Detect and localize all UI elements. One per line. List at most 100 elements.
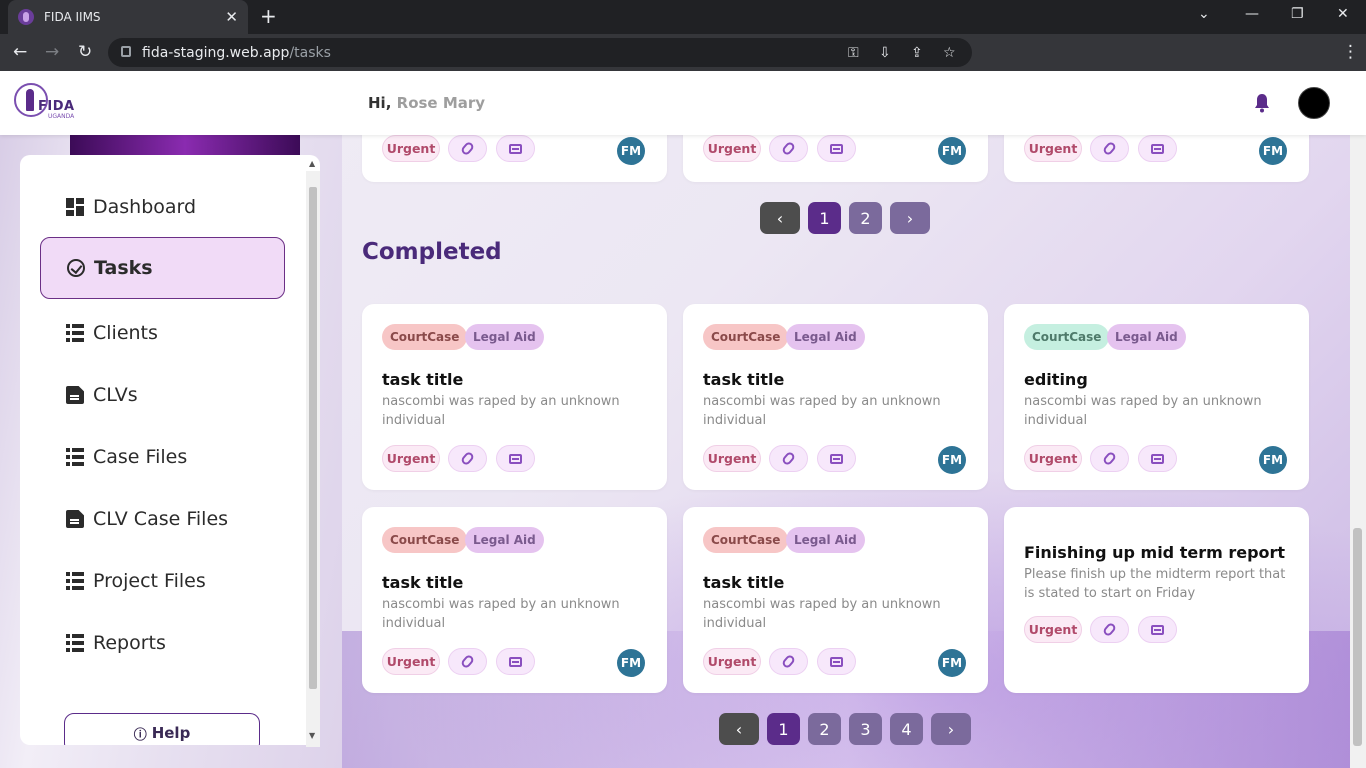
urgent-badge[interactable]: Urgent — [703, 445, 761, 472]
urgent-badge[interactable]: Urgent — [382, 648, 440, 675]
pagination-page-3[interactable]: 3 — [849, 713, 882, 745]
sidebar-scrollbar-thumb[interactable] — [309, 187, 317, 689]
urgent-badge[interactable]: Urgent — [1024, 445, 1082, 472]
paperclip-icon — [459, 140, 476, 157]
sidebar: Dashboard Tasks Clients CLVs Case Files … — [20, 155, 320, 745]
urgent-badge[interactable]: Urgent — [382, 135, 440, 162]
restore-icon[interactable]: ❐ — [1291, 6, 1304, 22]
task-title: Finishing up mid term report — [1024, 543, 1286, 562]
pagination-page-2[interactable]: 2 — [849, 202, 882, 234]
comment-button[interactable] — [1138, 445, 1177, 472]
dashboard-icon — [66, 198, 84, 216]
comment-button[interactable] — [817, 445, 856, 472]
close-tab-icon[interactable]: ✕ — [225, 8, 238, 26]
urgent-badge[interactable]: Urgent — [703, 135, 761, 162]
browser-menu-icon[interactable]: ⋮ — [1342, 42, 1359, 62]
greeting: Hi, Rose Mary — [368, 94, 486, 112]
pagination-page-2[interactable]: 2 — [808, 713, 841, 745]
attach-button[interactable] — [1090, 616, 1129, 643]
tag-courtcase: CourtCase — [382, 527, 468, 553]
sidebar-item-label: Dashboard — [93, 196, 197, 218]
browser-tab[interactable]: FIDA IIMS ✕ — [8, 0, 248, 34]
key-icon[interactable]: ⚿ — [848, 45, 859, 61]
share-icon[interactable]: ⇪ — [911, 45, 923, 61]
sidebar-item-clients[interactable]: Clients — [40, 302, 285, 364]
main-scrollbar-thumb[interactable] — [1353, 528, 1362, 746]
sidebar-item-label: Project Files — [93, 570, 206, 592]
assignee-avatar[interactable]: FM — [617, 649, 645, 677]
address-bar[interactable]: fida-staging.web.app/tasks ⚿ ⇩ ⇪ ☆ — [108, 38, 972, 67]
list-icon — [66, 572, 84, 590]
sidebar-item-reports[interactable]: Reports — [40, 612, 285, 674]
minimize-icon[interactable]: — — [1245, 6, 1259, 22]
assignee-avatar[interactable]: FM — [1259, 137, 1287, 165]
task-card[interactable]: CourtCase Legal Aid editing nascombi was… — [1004, 304, 1309, 490]
paperclip-icon — [459, 653, 476, 670]
assignee-avatar[interactable]: FM — [938, 649, 966, 677]
pagination-page-1[interactable]: 1 — [808, 202, 841, 234]
comment-button[interactable] — [496, 445, 535, 472]
pagination-next-button[interactable]: › — [890, 202, 930, 234]
urgent-badge[interactable]: Urgent — [1024, 135, 1082, 162]
sidebar-item-tasks[interactable]: Tasks — [40, 237, 285, 299]
install-icon[interactable]: ⇩ — [879, 45, 891, 61]
url-path: /tasks — [289, 44, 331, 61]
attach-button[interactable] — [448, 135, 487, 162]
sidebar-item-clv-case-files[interactable]: CLV Case Files — [40, 488, 285, 550]
pagination-page-1[interactable]: 1 — [767, 713, 800, 745]
pagination-page-4[interactable]: 4 — [890, 713, 923, 745]
attach-button[interactable] — [448, 648, 487, 675]
comment-button[interactable] — [496, 648, 535, 675]
task-card[interactable]: CourtCase Legal Aid task title nascombi … — [362, 304, 667, 490]
user-avatar[interactable] — [1298, 87, 1330, 119]
reload-icon[interactable]: ↻ — [78, 42, 92, 62]
tab-search-icon[interactable]: ⌄ — [1198, 6, 1210, 22]
back-icon[interactable]: ← — [13, 42, 27, 62]
attach-button[interactable] — [1090, 135, 1129, 162]
attach-button[interactable] — [448, 445, 487, 472]
sidebar-item-label: Clients — [93, 322, 158, 344]
task-card[interactable]: CourtCase Legal Aid task title nascombi … — [683, 507, 988, 693]
attach-button[interactable] — [769, 648, 808, 675]
fida-logo[interactable]: FIDA UGANDA — [14, 83, 74, 121]
sidebar-item-case-files[interactable]: Case Files — [40, 426, 285, 488]
sidebar-item-dashboard[interactable]: Dashboard — [40, 176, 285, 238]
sidebar-scroll-up-icon[interactable]: ▲ — [309, 159, 315, 168]
task-card[interactable]: CourtCase Legal Aid task title nascombi … — [362, 507, 667, 693]
pagination-prev-button[interactable]: ‹ — [760, 202, 800, 234]
assignee-avatar[interactable]: FM — [938, 446, 966, 474]
assignee-avatar[interactable]: FM — [617, 137, 645, 165]
attach-button[interactable] — [1090, 445, 1129, 472]
comment-button[interactable] — [1138, 616, 1177, 643]
close-window-icon[interactable]: ✕ — [1337, 6, 1349, 22]
comment-icon — [1151, 143, 1164, 154]
comment-button[interactable] — [1138, 135, 1177, 162]
lock-icon — [121, 46, 131, 57]
urgent-badge[interactable]: Urgent — [382, 445, 440, 472]
sidebar-item-project-files[interactable]: Project Files — [40, 550, 285, 612]
sidebar-item-clvs[interactable]: CLVs — [40, 364, 285, 426]
comment-button[interactable] — [817, 648, 856, 675]
urgent-badge[interactable]: Urgent — [1024, 616, 1082, 643]
attach-button[interactable] — [769, 135, 808, 162]
fida-favicon-icon — [18, 9, 34, 25]
comment-button[interactable] — [817, 135, 856, 162]
document-icon — [66, 386, 84, 404]
attach-button[interactable] — [769, 445, 808, 472]
sidebar-scroll-down-icon[interactable]: ▼ — [309, 731, 315, 740]
pagination-next-button[interactable]: › — [931, 713, 971, 745]
assignee-avatar[interactable]: FM — [1259, 446, 1287, 474]
help-button[interactable]: ⓘ Help — [64, 713, 260, 745]
forward-icon[interactable]: → — [45, 42, 59, 62]
comment-button[interactable] — [496, 135, 535, 162]
assignee-avatar[interactable]: FM — [938, 137, 966, 165]
urgent-badge[interactable]: Urgent — [703, 648, 761, 675]
new-tab-icon[interactable]: + — [260, 6, 277, 26]
notification-bell-icon[interactable] — [1253, 93, 1271, 113]
task-card[interactable]: Finishing up mid term report Please fini… — [1004, 507, 1309, 693]
task-card[interactable]: CourtCase Legal Aid task title nascombi … — [683, 304, 988, 490]
bookmark-star-icon[interactable]: ☆ — [943, 45, 956, 61]
tag-legal-aid: Legal Aid — [465, 324, 544, 350]
comment-icon — [509, 656, 522, 667]
pagination-prev-button[interactable]: ‹ — [719, 713, 759, 745]
